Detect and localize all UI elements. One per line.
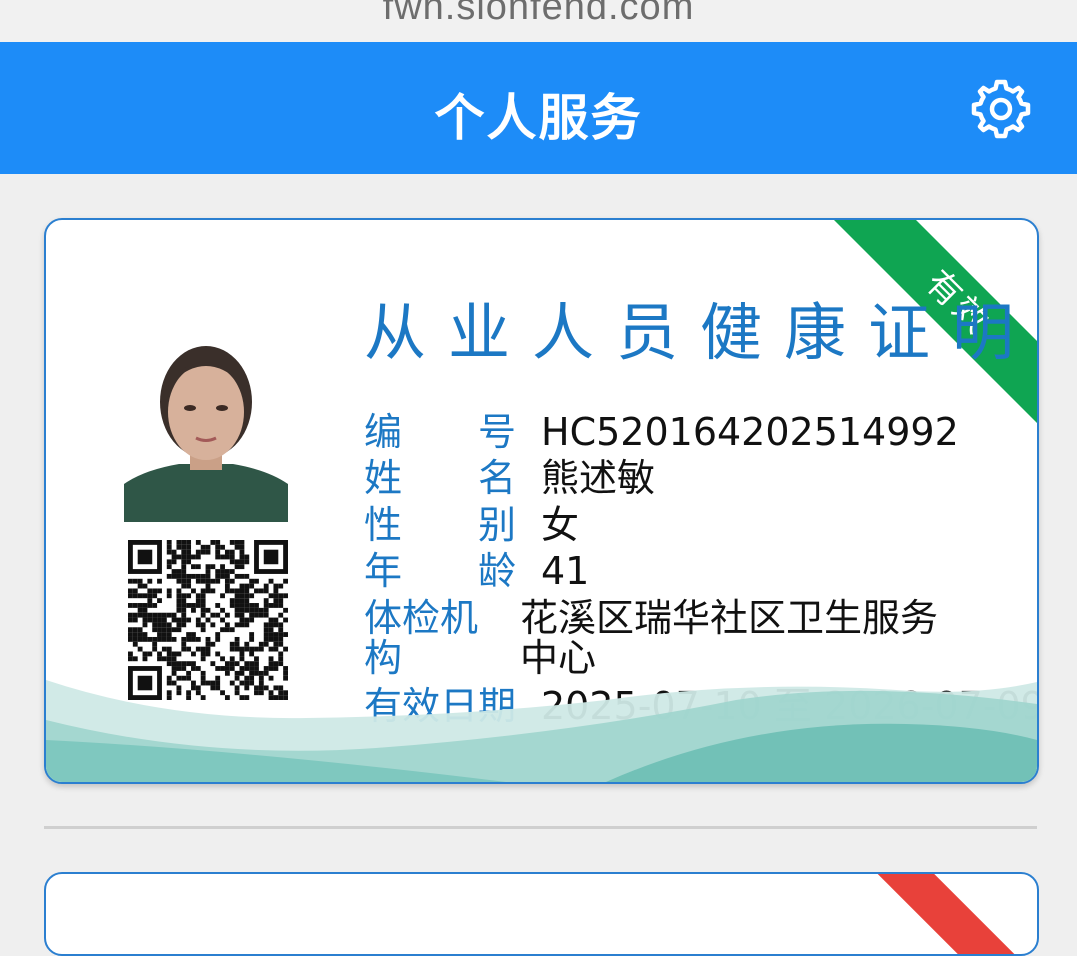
- age-label: 年龄: [364, 549, 516, 593]
- number-label: 编号: [364, 410, 516, 454]
- wave-decoration: [46, 680, 1037, 782]
- page-title: 个人服务: [434, 89, 643, 147]
- gender-value: 女: [541, 503, 580, 547]
- avatar: [124, 324, 288, 522]
- gear-icon[interactable]: [968, 76, 1034, 142]
- name-value: 熊述敏: [541, 456, 656, 500]
- certificate-card-2[interactable]: [44, 872, 1039, 956]
- age-value: 41: [541, 549, 590, 593]
- status-badge-2: [861, 874, 1031, 954]
- divider: [44, 826, 1037, 829]
- browser-url-bar[interactable]: fwh.sionfend.com: [0, 0, 1077, 42]
- browser-url: fwh.sionfend.com: [382, 0, 695, 28]
- name-label: 姓名: [364, 456, 516, 500]
- card-title: 从业人员健康证明: [364, 296, 1037, 369]
- app-header: 个人服务: [0, 42, 1077, 174]
- gender-label: 性别: [364, 503, 516, 547]
- health-certificate-card[interactable]: 有效 从业人员健康证明 编号 HC520164202514992 姓名 熊述敏 …: [44, 218, 1039, 784]
- number-value: HC520164202514992: [541, 410, 959, 454]
